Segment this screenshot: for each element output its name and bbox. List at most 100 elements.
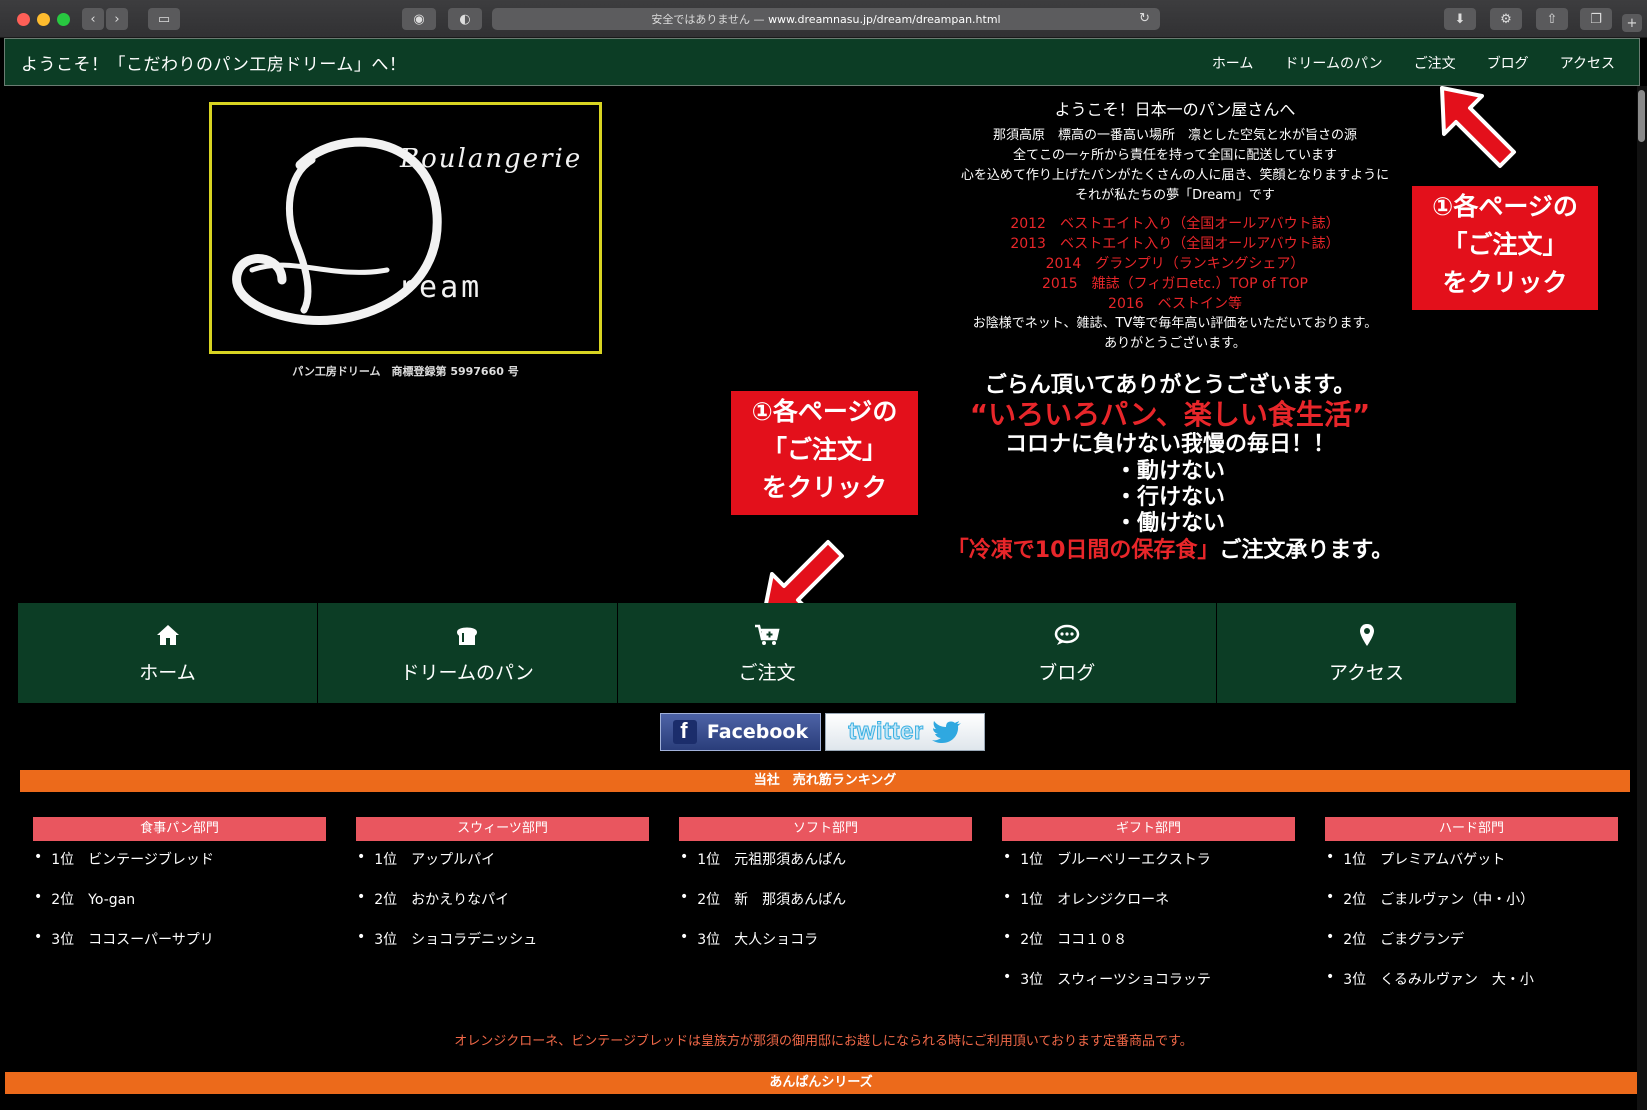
topnav-order[interactable]: ご注文 xyxy=(1414,53,1456,73)
intro-line: それが私たちの夢「Dream」です xyxy=(1075,188,1275,203)
callout-line: ①各ページの xyxy=(1432,192,1578,221)
topnav-access[interactable]: アクセス xyxy=(1560,53,1615,73)
cart-plus-icon xyxy=(754,622,780,648)
url-security-label: 安全ではありません — xyxy=(651,13,765,26)
map-marker-icon xyxy=(1358,622,1376,648)
ranking-category: 食事パン部門 xyxy=(33,817,326,841)
callout-order-hint-middle: ①各ページの 「ご注文」 をクリック xyxy=(731,391,918,515)
top-nav: ホーム ドリームのパン ご注文 ブログ アクセス xyxy=(1212,53,1615,73)
nav-tiles: ホーム ドリームのパン ご注文 ブログ アクセス xyxy=(18,603,1516,703)
share-icon[interactable]: ⇧ xyxy=(1536,8,1568,30)
order-accepted-text: ご注文承ります。 xyxy=(1219,538,1394,563)
ranking-list: 1位 プレミアムバゲット 2位 ごまルヴァン（中・小） 2位 ごまグランデ 3位… xyxy=(1325,849,1618,1009)
tile-home[interactable]: ホーム xyxy=(18,603,317,703)
frozen-highlight: 「冷凍で10日間の保存食」 xyxy=(946,538,1220,563)
award-item: 2014 グランプリ（ランキングシェア） xyxy=(1045,256,1305,272)
twitter-label: twitter xyxy=(848,718,924,746)
awards-list: 2012 ベストエイト入り（全国オールアバウト誌） 2013 ベストエイト入り（… xyxy=(895,214,1455,314)
scrollbar-thumb[interactable] xyxy=(1638,90,1645,142)
award-item: 2013 ベストエイト入り（全国オールアバウト誌） xyxy=(1010,236,1340,252)
zoom-window-button[interactable] xyxy=(57,13,70,26)
list-item: 3位 くるみルヴァン 大・小 xyxy=(1325,969,1618,1009)
ranking-column: 食事パン部門 1位 ビンテージブレッド 2位 Yo-gan 3位 ココスーパーサ… xyxy=(33,817,326,1009)
extension-icon[interactable]: ◉ xyxy=(402,8,436,30)
ranking-list: 1位 ブルーベリーエクストラ 1位 オレンジクローネ 2位 ココ１０８ 3位 ス… xyxy=(1002,849,1295,1009)
callout-line: をクリック xyxy=(1442,268,1568,297)
reload-icon[interactable]: ↻ xyxy=(1139,11,1150,26)
callout-line: 「ご注文」 xyxy=(761,435,887,464)
twitter-button[interactable]: twitter xyxy=(825,713,985,751)
tile-access[interactable]: アクセス xyxy=(1217,603,1516,703)
bullet-line: ・行けない xyxy=(1114,485,1225,510)
page-scrollbar[interactable] xyxy=(1637,86,1647,1110)
list-item: 2位 Yo-gan xyxy=(33,889,326,929)
list-item: 1位 元祖那須あんぱん xyxy=(679,849,972,889)
topnav-bread[interactable]: ドリームのパン xyxy=(1284,53,1382,73)
award-item: 2015 雑誌（フィガロetc.）TOP of TOP xyxy=(1041,276,1309,292)
ranking-category: スウィーツ部門 xyxy=(356,817,649,841)
dream-logo: Boulangerie ream xyxy=(209,102,602,354)
list-item: 1位 オレンジクローネ xyxy=(1002,889,1295,929)
list-item: 1位 ブルーベリーエクストラ xyxy=(1002,849,1295,889)
intro-section: ようこそ！日本一のパン屋さんへ 那須高原 標高の一番高い場所 凛とした空気と水が… xyxy=(895,96,1455,354)
ranking-columns: 食事パン部門 1位 ビンテージブレッド 2位 Yo-gan 3位 ココスーパーサ… xyxy=(33,817,1618,1009)
ranking-footnote: オレンジクローネ、ビンテージブレッドは皇族方が那須の御用邸にお越しになられる時に… xyxy=(454,1034,1193,1049)
red-arrow-icon xyxy=(1440,86,1516,168)
award-item: 2016 ベストイン等 xyxy=(1108,296,1242,312)
anpan-section-header: あんぱんシリーズ xyxy=(5,1072,1637,1094)
tile-label: ホーム xyxy=(139,661,196,684)
tile-label: ご注文 xyxy=(738,661,796,684)
back-button[interactable]: ‹ xyxy=(82,8,104,30)
list-item: 2位 おかえりなパイ xyxy=(356,889,649,929)
list-item: 3位 大人ショコラ xyxy=(679,929,972,969)
facebook-icon: f xyxy=(672,718,697,744)
home-icon xyxy=(156,622,180,648)
ranking-category: ハード部門 xyxy=(1325,817,1618,841)
download-icon[interactable]: ⬇ xyxy=(1444,8,1476,30)
chat-icon xyxy=(1054,622,1080,648)
tile-blog[interactable]: ブログ xyxy=(917,603,1217,703)
tile-order[interactable]: ご注文 xyxy=(617,603,917,703)
social-links: f Facebook twitter xyxy=(660,713,985,751)
callout-line: 「ご注文」 xyxy=(1442,230,1568,259)
intro-title: ようこそ！日本一のパン屋さんへ xyxy=(1054,100,1296,119)
list-item: 2位 ごまルヴァン（中・小） xyxy=(1325,889,1618,929)
twitter-bird-icon xyxy=(931,721,961,743)
callout-line: ①各ページの xyxy=(751,397,898,426)
tile-label: ブログ xyxy=(1038,661,1096,684)
close-window-button[interactable] xyxy=(17,13,30,26)
tile-label: ドリームのパン xyxy=(400,661,534,684)
tabs-overview-icon[interactable]: ❐ xyxy=(1580,8,1612,30)
list-item: 2位 ごまグランデ xyxy=(1325,929,1618,969)
bullet-line: ・動けない xyxy=(1114,459,1225,484)
frozen-order-message: 「冷凍で10日間の保存食」ご注文承ります。 xyxy=(880,537,1460,565)
ranking-list: 1位 アップルパイ 2位 おかえりなパイ 3位 ショコラデニッシュ xyxy=(356,849,649,969)
ranking-column: ソフト部門 1位 元祖那須あんぱん 2位 新 那須あんぱん 3位 大人ショコラ xyxy=(679,817,972,1009)
address-bar[interactable]: 安全ではありません — www.dreamnasu.jp/dream/dream… xyxy=(492,8,1160,30)
list-item: 3位 スウィーツショコラッテ xyxy=(1002,969,1295,1009)
list-item: 2位 新 那須あんぱん xyxy=(679,889,972,929)
list-item: 3位 ココスーパーサプリ xyxy=(33,929,326,969)
tile-label: アクセス xyxy=(1328,661,1405,684)
trademark-caption: パン工房ドリーム 商標登録第 5997660 号 xyxy=(292,365,519,378)
corona-message: コロナに負けない我慢の毎日！！ xyxy=(1004,432,1335,457)
sidebar-toggle-icon[interactable]: ▭ xyxy=(148,8,180,30)
topnav-home[interactable]: ホーム xyxy=(1212,53,1254,73)
privacy-shield-icon[interactable]: ◐ xyxy=(448,8,482,30)
praise-line: ありがとうございます。 xyxy=(1104,336,1246,351)
gear-icon[interactable]: ⚙ xyxy=(1490,8,1522,30)
tile-bread[interactable]: ドリームのパン xyxy=(317,603,617,703)
list-item: 1位 アップルパイ xyxy=(356,849,649,889)
topnav-blog[interactable]: ブログ xyxy=(1487,53,1529,73)
ranking-list: 1位 元祖那須あんぱん 2位 新 那須あんぱん 3位 大人ショコラ xyxy=(679,849,972,969)
site-header: ようこそ！「こだわりのパン工房ドリーム」へ！ ホーム ドリームのパン ご注文 ブ… xyxy=(4,38,1640,86)
callout-line: をクリック xyxy=(761,473,887,502)
facebook-button[interactable]: f Facebook xyxy=(660,713,821,751)
bread-icon xyxy=(454,622,480,648)
forward-button[interactable]: › xyxy=(106,8,128,30)
logo-graphic: Boulangerie ream xyxy=(232,137,580,326)
minimize-window-button[interactable] xyxy=(37,13,50,26)
new-tab-icon[interactable]: + xyxy=(1622,14,1642,32)
list-item: 2位 ココ１０８ xyxy=(1002,929,1295,969)
intro-line: 心を込めて作り上げたパンがたくさんの人に届き、笑顔となりますように xyxy=(960,168,1390,183)
